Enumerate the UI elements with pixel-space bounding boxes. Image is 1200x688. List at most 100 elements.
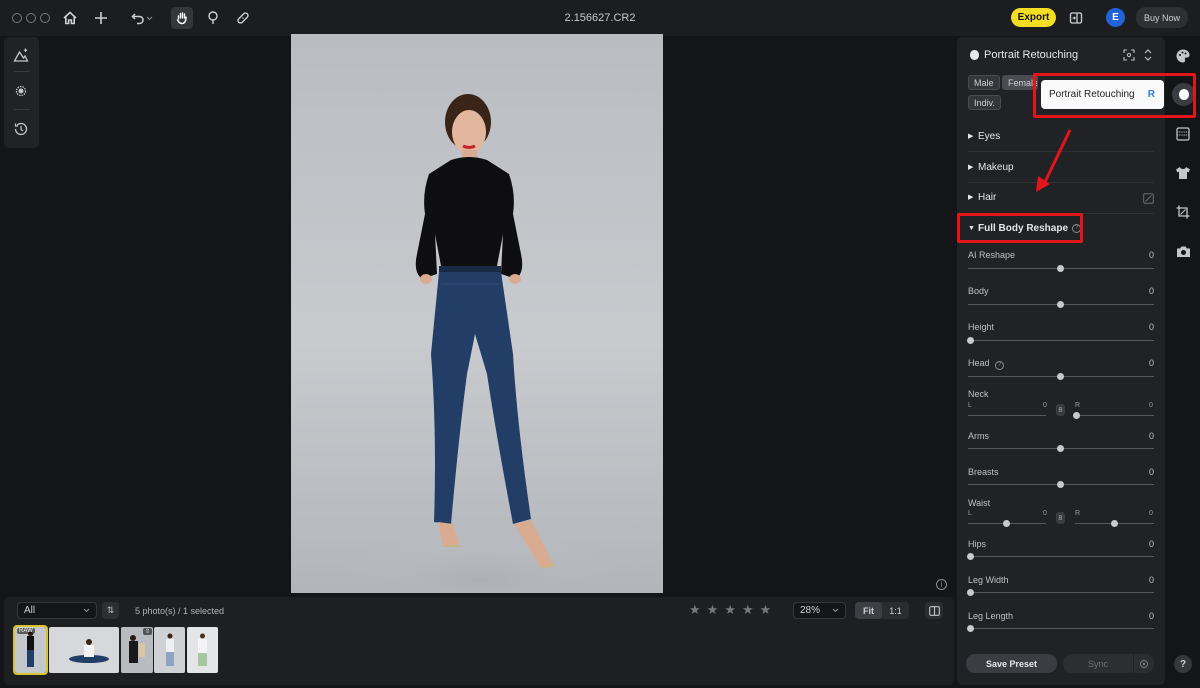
thumbnail-1[interactable]: RAW [13, 625, 48, 675]
neck-left-slider[interactable] [968, 415, 1046, 416]
thumbnail-4[interactable] [154, 627, 185, 673]
image-info-icon[interactable]: i [936, 579, 947, 590]
portrait-photo [331, 94, 631, 589]
slider-label: Breasts [968, 467, 999, 477]
buy-now-button[interactable]: Buy Now [1136, 7, 1188, 28]
slider-label: Leg Length [968, 611, 1014, 621]
gender-chip-male[interactable]: Male [968, 75, 1000, 90]
section-hair-label: Hair [978, 191, 997, 203]
slider-label: AI Reshape [968, 250, 1016, 260]
zoom-fit-toggle: Fit 1:1 [855, 602, 909, 619]
portrait-retouching-icon [968, 48, 981, 61]
export-badge: ⇧ [143, 628, 153, 635]
adjustment-sun-icon[interactable] [12, 82, 30, 100]
slider-label: Arms [968, 431, 989, 441]
sync-settings-icon[interactable] [1134, 654, 1154, 673]
zoom-dropdown[interactable]: 28% [793, 602, 846, 619]
leg-width-slider-knob[interactable] [967, 589, 974, 596]
save-preset-button[interactable]: Save Preset [966, 654, 1057, 673]
slider-value: 0 [1148, 322, 1154, 332]
left-toolbar [4, 37, 39, 148]
slider-label: Height [968, 322, 995, 332]
hair-edit-icon[interactable] [1142, 192, 1155, 205]
thumbnail-5[interactable] [187, 627, 218, 673]
waist-left-value: 0 [1043, 510, 1047, 517]
waist-left-label: L [968, 510, 972, 517]
ai-reshape-slider-knob[interactable] [1057, 265, 1064, 272]
sort-button[interactable]: ⇅ [102, 602, 119, 619]
raw-badge: RAW [17, 628, 35, 634]
leg-width-slider[interactable] [968, 592, 1154, 593]
slider-label: Waist [968, 498, 991, 508]
slider-label: Neck [968, 389, 989, 399]
filter-dropdown[interactable]: All [17, 602, 97, 619]
slider-value: 0 [1148, 611, 1154, 621]
collapse-expand-icon[interactable] [1141, 48, 1154, 61]
neck-right-value: 0 [1149, 402, 1153, 409]
face-detect-icon[interactable] [1122, 48, 1135, 61]
one-to-one-button[interactable]: 1:1 [882, 602, 909, 619]
neck-right-slider[interactable] [1075, 415, 1154, 416]
star-icon[interactable]: ★ [724, 603, 736, 616]
slider-label: Leg Width [968, 575, 1009, 585]
slider-label: Body [968, 286, 989, 296]
slider-value: 0 [1148, 467, 1154, 477]
star-icon[interactable]: ★ [707, 603, 719, 616]
history-icon[interactable] [12, 120, 30, 138]
body-slider-knob[interactable] [1057, 301, 1064, 308]
camera-icon[interactable] [1174, 242, 1192, 260]
palette-icon[interactable] [1174, 47, 1192, 65]
link-icon[interactable]: 8 [1056, 404, 1065, 416]
triangle-right-icon: ▶ [968, 133, 974, 140]
avatar[interactable]: E [1106, 8, 1125, 27]
landscape-ai-icon[interactable] [12, 46, 30, 64]
crop-icon[interactable] [1174, 203, 1192, 221]
compare-view-icon[interactable] [925, 602, 943, 619]
star-icon[interactable]: ★ [760, 603, 772, 616]
waist-left-slider-knob[interactable] [1003, 520, 1010, 527]
waist-right-slider-knob[interactable] [1111, 520, 1118, 527]
link-icon[interactable]: 8 [1056, 512, 1065, 524]
photo-count: 5 photo(s) / 1 selected [135, 606, 225, 616]
export-button[interactable]: Export [1011, 8, 1056, 27]
rating-stars[interactable]: ★ ★ ★ ★ ★ [689, 603, 771, 616]
photo-canvas[interactable] [291, 34, 663, 593]
height-slider[interactable] [968, 340, 1154, 341]
arms-slider-knob[interactable] [1057, 445, 1064, 452]
annotation-arrow [1036, 129, 1072, 192]
head-slider-knob[interactable] [1057, 373, 1064, 380]
hips-slider[interactable] [968, 556, 1154, 557]
height-slider-knob[interactable] [967, 337, 974, 344]
fit-button[interactable]: Fit [855, 602, 882, 619]
individual-chip[interactable]: Indiv. [968, 95, 1001, 110]
thumbnail-3[interactable]: ⇧ [121, 627, 153, 673]
slider-value: 0 [1148, 539, 1154, 549]
slider-label: Head ? [968, 358, 1005, 370]
star-icon[interactable]: ★ [742, 603, 754, 616]
chevron-down-icon [832, 608, 839, 613]
slider-value: 0 [1148, 575, 1154, 585]
share-panel-icon[interactable] [1066, 8, 1086, 28]
leg-length-slider-knob[interactable] [967, 625, 974, 632]
clothing-icon[interactable] [1174, 164, 1192, 182]
highlight-box-section [957, 213, 1083, 243]
neck-left-value: 0 [1043, 402, 1047, 409]
slider-value: 0 [1148, 250, 1154, 260]
zoom-value: 28% [800, 605, 821, 616]
leg-length-slider[interactable] [968, 628, 1154, 629]
help-button[interactable]: ? [1174, 655, 1192, 673]
breasts-slider-knob[interactable] [1057, 481, 1064, 488]
filmstrip: All ⇅ 5 photo(s) / 1 selected ★ ★ ★ ★ ★ … [4, 597, 954, 685]
slider-value: 0 [1148, 431, 1154, 441]
triangle-right-icon: ▶ [968, 194, 974, 201]
gradient-filter-icon[interactable] [1174, 125, 1192, 143]
waist-right-value: 0 [1149, 510, 1153, 517]
sync-button[interactable]: Sync [1063, 654, 1133, 673]
hips-slider-knob[interactable] [967, 553, 974, 560]
section-eyes-label: Eyes [978, 130, 1001, 142]
neck-right-slider-knob[interactable] [1073, 412, 1080, 419]
panel-title: Portrait Retouching [984, 49, 1079, 61]
help-info-icon[interactable]: ? [995, 360, 1005, 370]
thumbnail-2[interactable] [49, 627, 119, 673]
star-icon[interactable]: ★ [689, 603, 701, 616]
